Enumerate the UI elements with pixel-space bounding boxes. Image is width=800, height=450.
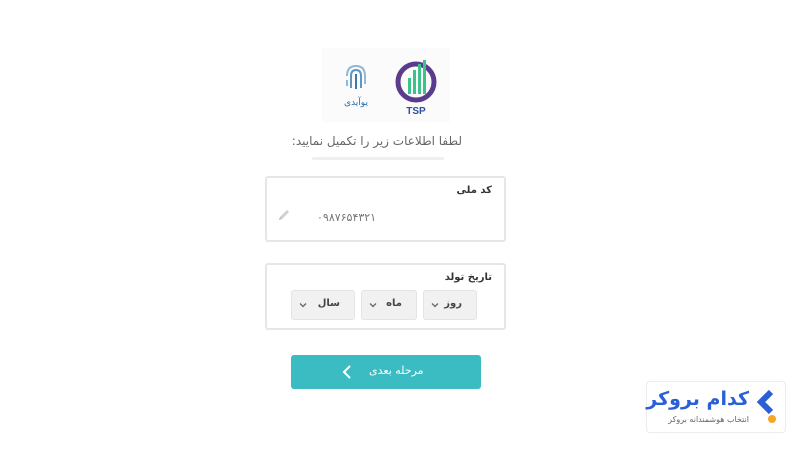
brand-chevron-icon — [756, 390, 776, 423]
next-step-label: مرحله بعدی — [369, 364, 424, 377]
tsp-bars-icon — [395, 60, 437, 103]
day-select-label: روز — [444, 298, 462, 309]
uid-logo-text: یوآیدی — [344, 98, 368, 108]
national-id-label: کد ملی — [456, 185, 492, 196]
month-select[interactable]: ماه — [361, 290, 417, 320]
watermark-subtitle: انتخاب هوشمندانه بروکر — [668, 415, 749, 424]
national-id-input[interactable] — [317, 208, 417, 226]
birth-date-field: تاریخ تولد سال ماه روز — [265, 263, 506, 330]
instruction-divider — [312, 157, 444, 160]
chevron-down-icon — [431, 303, 439, 308]
brand-watermark: کدام بروکر انتخاب هوشمندانه بروکر — [646, 381, 786, 433]
form-instruction: لطفا اطلاعات زیر را تکمیل نمایید: — [291, 134, 462, 148]
pencil-icon — [279, 210, 289, 220]
day-select[interactable]: روز — [423, 290, 477, 320]
uid-logo: یوآیدی — [336, 62, 376, 116]
next-step-button[interactable]: مرحله بعدی — [291, 355, 481, 389]
birth-date-label: تاریخ تولد — [444, 272, 492, 283]
year-select[interactable]: سال — [291, 290, 355, 320]
fingerprint-icon — [346, 64, 366, 89]
tsp-logo: TSP — [392, 56, 440, 118]
chevron-left-icon — [342, 365, 351, 379]
year-select-label: سال — [317, 298, 340, 309]
month-select-label: ماه — [386, 298, 402, 309]
tsp-logo-text: TSP — [406, 106, 426, 117]
chevron-down-icon — [369, 303, 377, 308]
watermark-title: کدام بروکر — [646, 388, 749, 410]
national-id-field: کد ملی — [265, 176, 506, 242]
partner-logos: یوآیدی TSP — [322, 48, 450, 122]
chevron-down-icon — [299, 303, 307, 308]
